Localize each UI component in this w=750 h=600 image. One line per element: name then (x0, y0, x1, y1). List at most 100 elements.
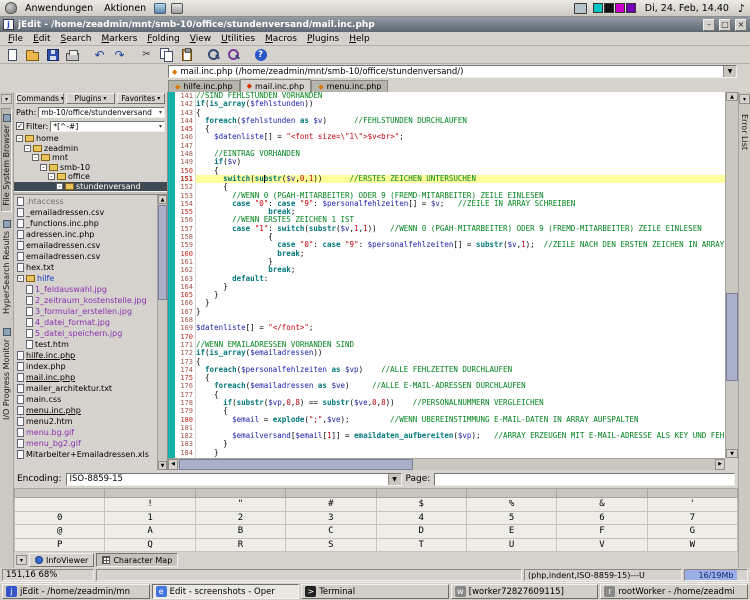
charmap-cell[interactable]: T (376, 538, 466, 551)
charmap-cell[interactable]: G (647, 525, 737, 538)
print-button[interactable] (63, 46, 82, 63)
redo-button[interactable] (110, 46, 129, 63)
menu-help[interactable]: Help (344, 33, 375, 45)
dropdown-arrow-icon[interactable]: ▾ (159, 109, 162, 116)
charmap-cell[interactable] (15, 498, 105, 511)
copy-button[interactable] (157, 46, 176, 63)
dock-tab-infoviewer[interactable]: InfoViewer (29, 553, 94, 567)
tree-expander-icon[interactable]: - (48, 173, 55, 180)
dock-menu-icon[interactable]: ▾ (16, 555, 27, 565)
workspace-3-icon[interactable] (615, 3, 625, 13)
menu-macros[interactable]: Macros (260, 33, 302, 45)
file-item-menu-bg2-gif[interactable]: menu_bg2.gif (14, 438, 157, 449)
charmap-cell[interactable]: " (195, 498, 285, 511)
charmap-cell[interactable]: V (557, 538, 647, 551)
page-input[interactable] (434, 473, 735, 486)
scroll-up-icon[interactable]: ▲ (158, 195, 167, 204)
charmap-cell[interactable]: % (466, 498, 556, 511)
dock-tab-file-system-browser[interactable]: File System Browser (1, 108, 12, 212)
scroll-down-icon[interactable]: ▼ (158, 461, 167, 470)
dock-menu-icon[interactable]: ▾ (1, 94, 12, 104)
file-item-menu-inc-php[interactable]: menu.inc.php (14, 405, 157, 416)
scrollbar-thumb[interactable] (179, 459, 413, 470)
path-combo[interactable]: mb-10/office/stundenversand ▾ (38, 107, 165, 118)
taskbar-window-jedit-home-zeadmin-mn[interactable]: jjEdit - /home/zeadmin/mn (2, 584, 150, 599)
help-button[interactable] (251, 46, 270, 63)
buffer-mode-status[interactable]: (php,indent,ISO-8859-15)---U (524, 569, 682, 581)
dropdown-arrow-icon[interactable]: ▾ (159, 123, 162, 130)
file-list-scrollbar[interactable]: ▲ ▼ (157, 195, 167, 470)
workspace-2-icon[interactable] (604, 3, 614, 13)
menu-search[interactable]: Search (56, 33, 97, 45)
menu-view[interactable]: View (185, 33, 216, 45)
charmap-cell[interactable]: B (195, 525, 285, 538)
file-item-emailadressen-csv[interactable]: emailadressen.csv (14, 240, 157, 251)
dock-tab-i-o-progress-monitor[interactable]: I/O Progress Monitor (1, 322, 12, 426)
taskbar-window-edit-screenshots-oper[interactable]: eEdit - screenshots - Oper (152, 584, 300, 599)
charmap-cell[interactable]: 4 (376, 511, 466, 524)
encoding-select[interactable]: ISO-8859-15 ▼ (66, 473, 402, 486)
scroll-left-icon[interactable]: ◀ (168, 459, 178, 470)
charmap-cell[interactable]: S (286, 538, 376, 551)
file-item-main-css[interactable]: main.css (14, 394, 157, 405)
dropdown-arrow-icon[interactable]: ▼ (388, 474, 401, 485)
charmap-cell[interactable]: 1 (105, 511, 195, 524)
open-folder-button[interactable] (23, 46, 42, 63)
display-icon[interactable] (574, 3, 587, 14)
filter-checkbox[interactable]: ✓ (16, 122, 24, 130)
plugins-button[interactable]: Plugins▾ (66, 93, 114, 104)
gnome-menu-icon[interactable] (5, 2, 17, 14)
dropdown-arrow-icon[interactable]: ▼ (723, 66, 736, 77)
charmap-cell[interactable]: F (557, 525, 647, 538)
minimize-button[interactable]: – (703, 19, 715, 31)
buffer-tab-hilfe-inc-php[interactable]: ◆hilfe.inc.php (168, 80, 240, 92)
file-item-hex-txt[interactable]: hex.txt (14, 262, 157, 273)
tree-node-office[interactable]: -office (14, 172, 167, 182)
save-button[interactable] (43, 46, 62, 63)
file-item-menu-bg-gif[interactable]: menu.bg.gif (14, 427, 157, 438)
memory-status[interactable]: 16/19Mb (684, 569, 748, 581)
charmap-cell[interactable]: E (466, 525, 556, 538)
charmap-cell[interactable]: 2 (195, 511, 285, 524)
paste-button[interactable] (177, 46, 196, 63)
find-button[interactable] (204, 46, 223, 63)
charmap-cell[interactable]: U (466, 538, 556, 551)
scroll-down-icon[interactable]: ▼ (726, 449, 738, 458)
file-item-mail-inc-php[interactable]: mail.inc.php (14, 372, 157, 383)
scroll-up-icon[interactable]: ▲ (726, 92, 738, 101)
menu-folding[interactable]: Folding (142, 33, 185, 45)
tree-node-home[interactable]: -home (14, 134, 167, 144)
undo-button[interactable] (90, 46, 109, 63)
taskbar-window-rootworker-home-zeadmi[interactable]: rrootWorker - /home/zeadmi (600, 584, 748, 599)
file-item-mailer-architektur-txt[interactable]: mailer_architektur.txt (14, 383, 157, 394)
workspace-1-icon[interactable] (593, 3, 603, 13)
workspace-switcher[interactable] (592, 3, 636, 13)
screenshot-launcher-icon[interactable] (171, 3, 183, 14)
scrollbar-thumb[interactable] (726, 293, 738, 381)
menu-file[interactable]: File (3, 33, 28, 45)
dock-menu-icon[interactable]: ▾ (739, 94, 750, 104)
file-item-1-feldauswahl-jpg[interactable]: 1_feldauswahl.jpg (14, 284, 157, 295)
tree-expander-icon[interactable]: - (32, 154, 39, 161)
charmap-cell[interactable]: ' (647, 498, 737, 511)
file-item-menu2-htm[interactable]: menu2.htm (14, 416, 157, 427)
commands-button[interactable]: Commands▾ (16, 93, 64, 104)
buffer-tab-mail-inc-php[interactable]: ◆mail.inc.php (240, 79, 312, 92)
dock-tab-hypersearch-results[interactable]: HyperSearch Results (1, 214, 12, 320)
charmap-cell[interactable]: C (286, 525, 376, 538)
scrollbar-thumb[interactable] (158, 205, 167, 300)
file-item-hilfe-inc-php[interactable]: hilfe.inc.php (14, 350, 157, 361)
taskbar-window-terminal[interactable]: >Terminal (301, 584, 449, 599)
charmap-cell[interactable]: P (15, 538, 105, 551)
file-item-functions-inc-php[interactable]: _functions.inc.php (14, 218, 157, 229)
tree-expander-icon[interactable]: - (16, 135, 23, 142)
charmap-cell[interactable]: 6 (557, 511, 647, 524)
taskbar-window-worker72827609115[interactable]: w[worker72827609115] (451, 584, 599, 599)
charmap-cell[interactable]: & (557, 498, 647, 511)
tree-expander-icon[interactable]: - (40, 164, 47, 171)
charmap-cell[interactable]: 5 (466, 511, 556, 524)
favorites-button[interactable]: Favorites▾ (117, 93, 165, 104)
clock[interactable]: Di, 24. Feb, 14.40 (645, 3, 729, 14)
menu-utilities[interactable]: Utilities (216, 33, 260, 45)
file-item-hilfe[interactable]: -hilfe (14, 273, 157, 284)
